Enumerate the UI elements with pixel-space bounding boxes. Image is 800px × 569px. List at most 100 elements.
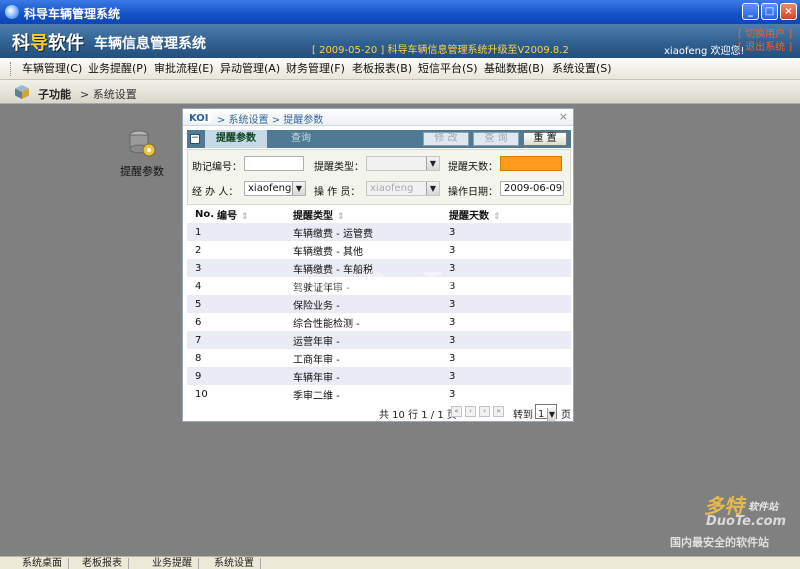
page-select[interactable]: 1 ▼ [535, 404, 557, 421]
modify-button[interactable]: 修 改 [423, 132, 469, 146]
logout-link[interactable]: [ 退出系统 ] [738, 41, 794, 54]
subfunction-label: 子功能 [38, 88, 71, 101]
handler-select[interactable]: xiaofeng ▼ [244, 181, 306, 196]
cell-code [217, 295, 293, 313]
collapse-icon[interactable]: − [190, 134, 200, 144]
menu-system-settings[interactable]: 系统设置(S) [552, 58, 612, 80]
window-title: 科导车辆管理系统 [24, 7, 121, 21]
news-ticker[interactable]: [ 2009-05-20 ] 科导车辆信息管理系统升级至V2009.8.2 [312, 41, 569, 56]
cell-no: 1 [187, 223, 217, 241]
dialog-breadcrumb: > 系统设置 > 提醒参数 [217, 115, 324, 126]
task-tab-system-settings[interactable]: 系统设置 [208, 558, 261, 569]
col-code[interactable]: 编号 ⇕ [217, 205, 293, 223]
cell-code [217, 349, 293, 367]
table-row[interactable]: 7 运营年审 -3 [187, 331, 571, 349]
dialog-toolbar: − 提醒参数 查询 修 改 查 询 重 置 [187, 130, 571, 148]
corner-watermark-small: 软件站 [748, 502, 778, 513]
table-row[interactable]: 1 车辆缴费 - 运管费 3 [187, 223, 571, 241]
chevron-down-icon: ▼ [292, 182, 305, 195]
brand-logo: 科导软件 [12, 33, 84, 54]
switch-user-link[interactable]: [ 切换用户 ] [738, 28, 794, 41]
minimize-button[interactable]: _ [742, 3, 759, 20]
menu-bar: 车辆管理(C) 业务提醒(P) 审批流程(E) 异动管理(A) 财务管理(F) … [0, 58, 800, 80]
sort-icon: ⇕ [493, 211, 501, 222]
pager-summary: 共 10 行 1 / 1 页 [379, 410, 457, 421]
col-days[interactable]: 提醒天数 ⇕ [449, 205, 571, 223]
cell-type: 车辆年审 - [293, 367, 449, 385]
cell-no: 2 [187, 241, 217, 259]
svg-text:KOI: KOI [189, 113, 209, 123]
desktop-shortcut-reminder-params[interactable]: 提醒参数 [118, 128, 166, 179]
menu-approval[interactable]: 审批流程(E) [154, 58, 214, 80]
filter-form: 助记编号： 提醒类型： ▼ 提醒天数： 经 办 人： xiaofeng ▼ 操 作… [187, 149, 571, 205]
subfunction-bar: 子功能 > 系统设置 [0, 80, 800, 104]
cell-type: 季审二维 - [293, 385, 449, 403]
cell-no: 10 [187, 385, 217, 403]
desktop-shortcut-label: 提醒参数 [120, 165, 164, 178]
cube-icon [15, 85, 29, 99]
table-row[interactable]: 6 综合性能检测 -3 [187, 313, 571, 331]
app-subtitle: 车辆信息管理系统 [94, 36, 206, 52]
cell-no: 7 [187, 331, 217, 349]
cell-no: 5 [187, 295, 217, 313]
cell-code [217, 367, 293, 385]
prev-page-button[interactable]: ‹ [465, 406, 476, 417]
last-page-button[interactable]: » [493, 406, 504, 417]
page-suffix: 页 [561, 410, 571, 421]
menu-changes[interactable]: 异动管理(A) [220, 58, 280, 80]
task-tab-business-reminder[interactable]: 业务提醒 [146, 558, 199, 569]
table-row[interactable]: 8 工商年审 -3 [187, 349, 571, 367]
maximize-button[interactable]: □ [761, 3, 778, 20]
table-row[interactable]: 2 车辆缴费 - 其他 3 [187, 241, 571, 259]
operator-select[interactable]: xiaofeng ▼ [366, 181, 440, 196]
first-page-button[interactable]: « [451, 406, 462, 417]
cell-code [217, 385, 293, 403]
dialog-close-icon[interactable]: × [559, 110, 568, 123]
type-label: 提醒类型： [314, 162, 364, 173]
tab-query[interactable]: 查询 [271, 130, 331, 148]
cell-days: 3 [449, 241, 571, 259]
cell-type: 车辆缴费 - 其他 [293, 241, 449, 259]
next-page-button[interactable]: › [479, 406, 490, 417]
code-input[interactable] [244, 156, 304, 171]
cell-days: 3 [449, 331, 571, 349]
window-titlebar: 科导车辆管理系统 _ □ × [0, 0, 800, 24]
col-no: No. [187, 205, 217, 223]
task-tab-boss-report[interactable]: 老板报表 [76, 558, 129, 569]
cell-code [217, 259, 293, 277]
date-input[interactable]: 2009-06-09 [500, 181, 564, 196]
cell-type: 工商年审 - [293, 349, 449, 367]
goto-label: 转到 [513, 410, 533, 421]
chevron-down-icon: ▼ [426, 182, 439, 195]
chevron-down-icon: ▼ [426, 157, 439, 170]
menu-business-reminder[interactable]: 业务提醒(P) [88, 58, 147, 80]
close-window-button[interactable]: × [780, 3, 797, 20]
corner-watermark-slogan: 国内最安全的软件站 [670, 536, 769, 549]
table-row[interactable]: 9 车辆年审 -3 [187, 367, 571, 385]
cell-days: 3 [449, 349, 571, 367]
query-button[interactable]: 查 询 [473, 132, 519, 146]
menu-base-data[interactable]: 基础数据(B) [484, 58, 544, 80]
chevron-down-icon: ▼ [547, 408, 556, 421]
task-tab-desktop[interactable]: 系统桌面 [16, 558, 69, 569]
menu-finance[interactable]: 财务管理(F) [286, 58, 345, 80]
reminder-params-dialog: KOI > 系统设置 > 提醒参数 × − 提醒参数 查询 修 改 查 询 重 … [182, 108, 574, 422]
table-row[interactable]: 10 季审二维 -3 [187, 385, 571, 403]
type-select[interactable]: ▼ [366, 156, 440, 171]
tab-reminder-params[interactable]: 提醒参数 [205, 130, 267, 148]
cell-no: 6 [187, 313, 217, 331]
days-input[interactable] [500, 156, 562, 171]
app-icon [5, 5, 19, 19]
menu-boss-report[interactable]: 老板报表(B) [352, 58, 412, 80]
koi-logo-icon: KOI [189, 111, 211, 123]
dialog-header: KOI > 系统设置 > 提醒参数 × [183, 109, 573, 126]
cell-code [217, 331, 293, 349]
header-banner: 科导软件 车辆信息管理系统 [ 2009-05-20 ] 科导车辆信息管理系统升… [0, 24, 800, 58]
menu-sms[interactable]: 短信平台(S) [418, 58, 478, 80]
sort-icon: ⇕ [337, 211, 345, 222]
cell-type: 综合性能检测 - [293, 313, 449, 331]
col-type[interactable]: 提醒类型 ⇕ [293, 205, 449, 223]
reset-button[interactable]: 重 置 [523, 132, 567, 146]
menu-vehicle[interactable]: 车辆管理(C) [22, 58, 82, 80]
cell-no: 9 [187, 367, 217, 385]
